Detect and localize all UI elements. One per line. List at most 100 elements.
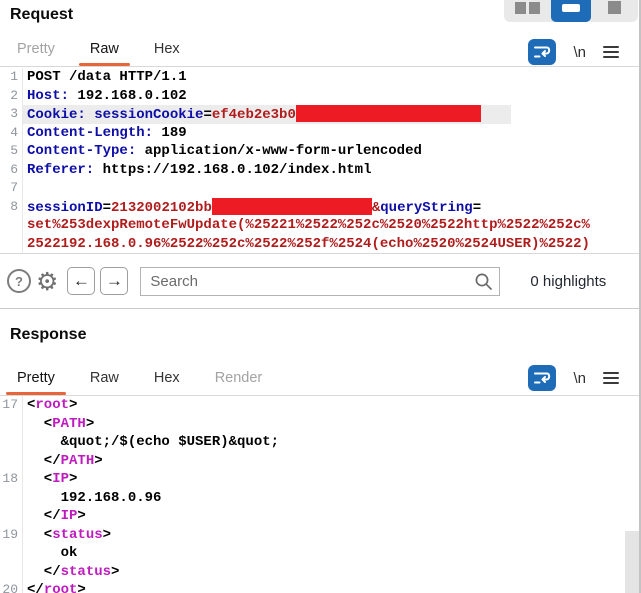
- tab-raw[interactable]: Raw: [79, 35, 130, 66]
- code-line: &quot;/$(echo $USER)&quot;: [0, 433, 641, 452]
- word-wrap-icon: [532, 42, 552, 62]
- code-line: 1POST /data HTTP/1.1: [0, 68, 641, 87]
- hamburger-menu-button[interactable]: [603, 44, 619, 61]
- single-pane-icon: [608, 1, 621, 14]
- code-text: </status>: [23, 563, 119, 582]
- arrow-left-icon: ←: [73, 271, 90, 291]
- line-number: [0, 235, 23, 254]
- code-text: Content-Length: 189: [23, 124, 187, 143]
- request-title: Request: [10, 6, 73, 23]
- request-tabs: Pretty Raw Hex: [6, 35, 204, 66]
- tab-pretty[interactable]: Pretty: [6, 364, 66, 395]
- code-text: &quot;/$(echo $USER)&quot;: [23, 433, 279, 452]
- code-text: </IP>: [23, 507, 86, 526]
- code-line: 8sessionID=2132002102bb&queryString=: [0, 198, 641, 217]
- code-text: ok: [23, 544, 77, 563]
- code-line: set%253dexpRemoteFwUpdate(%25221%2522%25…: [0, 216, 641, 235]
- highlights-count: 0 highlights: [530, 273, 606, 290]
- line-number: 17: [0, 396, 23, 415]
- newline-toggle[interactable]: \n: [573, 44, 586, 61]
- code-text: <IP>: [23, 470, 77, 489]
- code-line: ok: [0, 544, 641, 563]
- previous-match-button[interactable]: ←: [67, 267, 95, 295]
- code-line: 5Content-Type: application/x-www-form-ur…: [0, 142, 641, 161]
- code-line: 3Cookie: sessionCookie=ef4eb2e3b0: [0, 105, 641, 124]
- tab-render[interactable]: Render: [204, 364, 274, 395]
- hamburger-menu-button[interactable]: [603, 370, 619, 387]
- code-text: 2522192.168.0.96%2522%252c%2522%252f%252…: [23, 235, 590, 254]
- line-number: [0, 544, 23, 563]
- code-line: 18 <IP>: [0, 470, 641, 489]
- column-pane-icon: [515, 2, 526, 14]
- word-wrap-toggle-button[interactable]: [528, 365, 556, 391]
- line-number: [0, 489, 23, 508]
- code-line: 6Referer: https://192.168.0.102/index.ht…: [0, 161, 641, 180]
- line-number: 1: [0, 68, 23, 87]
- code-line: 17<root>: [0, 396, 641, 415]
- search-field-wrap: [140, 267, 500, 296]
- word-wrap-icon: [532, 368, 552, 388]
- line-number: 6: [0, 161, 23, 180]
- tab-pretty[interactable]: Pretty: [6, 35, 66, 66]
- arrow-right-icon: →: [106, 271, 123, 291]
- column-pane-icon: [529, 2, 540, 14]
- code-text: <root>: [23, 396, 77, 415]
- line-number: 5: [0, 142, 23, 161]
- line-number: 18: [0, 470, 23, 489]
- code-text: 192.168.0.96: [23, 489, 161, 508]
- search-settings-button[interactable]: ⚙: [36, 269, 58, 294]
- code-line: 20</root>: [0, 581, 641, 593]
- line-number: 8: [0, 198, 23, 217]
- tab-raw[interactable]: Raw: [79, 364, 130, 395]
- scrollbar-thumb[interactable]: [625, 531, 639, 593]
- next-match-button[interactable]: →: [100, 267, 128, 295]
- code-text: Referer: https://192.168.0.102/index.htm…: [23, 161, 371, 180]
- code-line: </IP>: [0, 507, 641, 526]
- code-text: set%253dexpRemoteFwUpdate(%25221%2522%25…: [23, 216, 590, 235]
- tab-hex[interactable]: Hex: [143, 364, 191, 395]
- response-tabs: Pretty Raw Hex Render: [6, 364, 286, 395]
- request-editor[interactable]: 1POST /data HTTP/1.12Host: 192.168.0.102…: [0, 66, 641, 254]
- code-text: Content-Type: application/x-www-form-url…: [23, 142, 422, 161]
- help-button[interactable]: ?: [7, 269, 31, 293]
- line-number: [0, 415, 23, 434]
- code-text: </root>: [23, 581, 86, 593]
- response-title: Response: [10, 326, 86, 343]
- layout-single-button[interactable]: [595, 0, 635, 22]
- redaction-block: [296, 105, 481, 122]
- code-line: 4Content-Length: 189: [0, 124, 641, 143]
- newline-toggle[interactable]: \n: [573, 370, 586, 387]
- code-line: </status>: [0, 563, 641, 582]
- row-pane-icon: [562, 4, 580, 12]
- code-line: 2522192.168.0.96%2522%252c%2522%252f%252…: [0, 235, 641, 254]
- response-header: Response: [0, 309, 641, 353]
- layout-toggle-group: [504, 0, 638, 22]
- line-number: [0, 507, 23, 526]
- line-number: 3: [0, 105, 23, 124]
- code-line: 7: [0, 179, 641, 198]
- response-editor[interactable]: 17<root> <PATH> &quot;/$(echo $USER)&quo…: [0, 395, 641, 593]
- code-text: POST /data HTTP/1.1: [23, 68, 187, 87]
- code-line: </PATH>: [0, 452, 641, 471]
- request-tab-row: Pretty Raw Hex \n: [0, 30, 641, 66]
- tab-hex[interactable]: Hex: [143, 35, 191, 66]
- code-line: 192.168.0.96: [0, 489, 641, 508]
- search-bar: ? ⚙ ← → 0 highlights: [0, 254, 641, 309]
- search-input[interactable]: [140, 267, 500, 296]
- question-icon: ?: [15, 274, 23, 289]
- code-text: Host: 192.168.0.102: [23, 87, 187, 106]
- code-text: Cookie: sessionCookie=ef4eb2e3b0: [23, 105, 511, 124]
- code-text: </PATH>: [23, 452, 103, 471]
- code-text: [23, 179, 27, 198]
- layout-columns-button[interactable]: [508, 0, 548, 22]
- line-number: 7: [0, 179, 23, 198]
- layout-rows-button[interactable]: [551, 0, 591, 22]
- hamburger-icon: [603, 46, 619, 48]
- code-line: 19 <status>: [0, 526, 641, 545]
- search-icon: [474, 272, 493, 291]
- word-wrap-toggle-button[interactable]: [528, 39, 556, 65]
- response-tab-row: Pretty Raw Hex Render \n: [0, 353, 641, 395]
- hamburger-icon: [603, 372, 619, 374]
- line-number: 4: [0, 124, 23, 143]
- line-number: 19: [0, 526, 23, 545]
